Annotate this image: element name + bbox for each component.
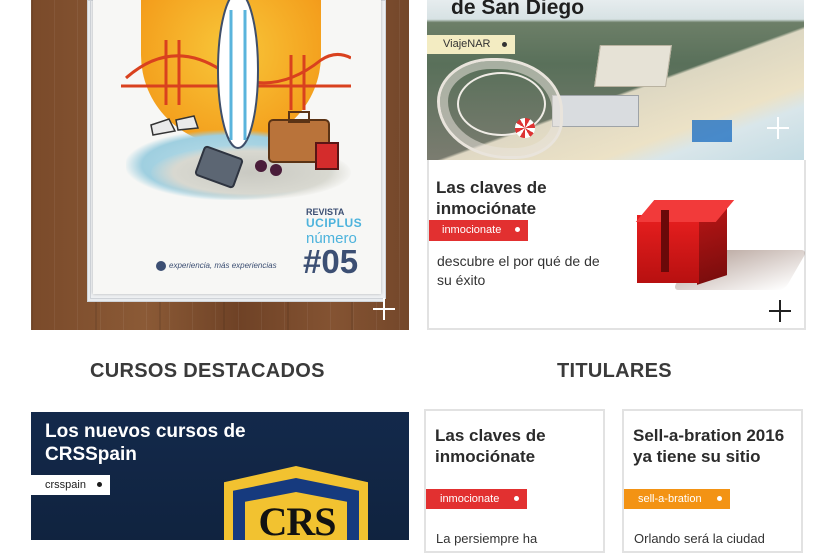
section-heading-titulares: TITULARES [557, 360, 672, 382]
sandiego-title[interactable]: de San Diego [451, 0, 584, 20]
titular-tag[interactable]: inmocionate [426, 489, 528, 509]
photo-carousel [515, 118, 535, 138]
plus-icon[interactable] [767, 117, 789, 139]
dot-icon [716, 496, 722, 501]
inmocionate-title[interactable]: Las claves de inmociónate [436, 177, 586, 219]
titular-card[interactable]: Las claves de inmociónate inmocionate La… [424, 409, 605, 553]
titular-title[interactable]: Sell-a-bration 2016 ya tiene su sitio [633, 425, 798, 467]
titular-excerpt: Orlando será la ciudad [634, 531, 765, 546]
crs-card[interactable]: Los nuevos cursos de CRSSpain crsspain C… [31, 412, 409, 540]
dot-icon [501, 42, 507, 47]
sandiego-card[interactable]: de San Diego ViajeNAR [427, 0, 804, 160]
titular-card[interactable]: Sell-a-bration 2016 ya tiene su sitio se… [622, 409, 803, 553]
inmocionate-tag[interactable]: inmocionate [429, 220, 529, 241]
plus-icon[interactable] [769, 300, 791, 322]
titular-tag[interactable]: sell-a-bration [624, 489, 730, 509]
magazine-card[interactable]: experiencia, más experiencias REVISTA UC… [31, 0, 409, 330]
cube-slot [661, 210, 669, 272]
dot-icon [515, 227, 521, 232]
sandiego-tag[interactable]: ViajeNAR [427, 35, 515, 54]
inmocionate-description: descubre el por qué de de su éxito [437, 253, 600, 288]
dot-icon [96, 482, 102, 487]
magazine-tagline: experiencia, más experiencias [169, 261, 277, 270]
magazine-brand: UCIPLUS [306, 216, 363, 230]
plus-icon[interactable] [373, 298, 395, 320]
crs-tag[interactable]: crsspain [31, 475, 110, 495]
magazine-illustration [121, 0, 351, 189]
tag-label: inmocionate [442, 224, 502, 236]
magazine-issue-number: #05 [303, 243, 359, 280]
tag-label: crsspain [45, 479, 86, 491]
tag-label: inmocionate [440, 493, 500, 505]
photo-pool [692, 120, 732, 142]
brand-logo-icon [156, 261, 166, 271]
titular-title[interactable]: Las claves de inmociónate [435, 425, 600, 467]
tag-label: ViajeNAR [443, 38, 491, 50]
inmocionate-card[interactable]: Las claves de inmociónate inmocionate de… [427, 160, 808, 330]
photo-building [552, 95, 639, 127]
photo-building [594, 45, 672, 87]
tag-label: sell-a-bration [638, 493, 702, 505]
dot-icon [514, 496, 520, 501]
titular-excerpt: La persiempre ha [436, 531, 538, 546]
crs-title[interactable]: Los nuevos cursos de CRSSpain [45, 420, 275, 466]
crs-logo-letters: CRS [258, 499, 336, 540]
section-heading-cursos: CURSOS DESTACADOS [90, 360, 325, 382]
